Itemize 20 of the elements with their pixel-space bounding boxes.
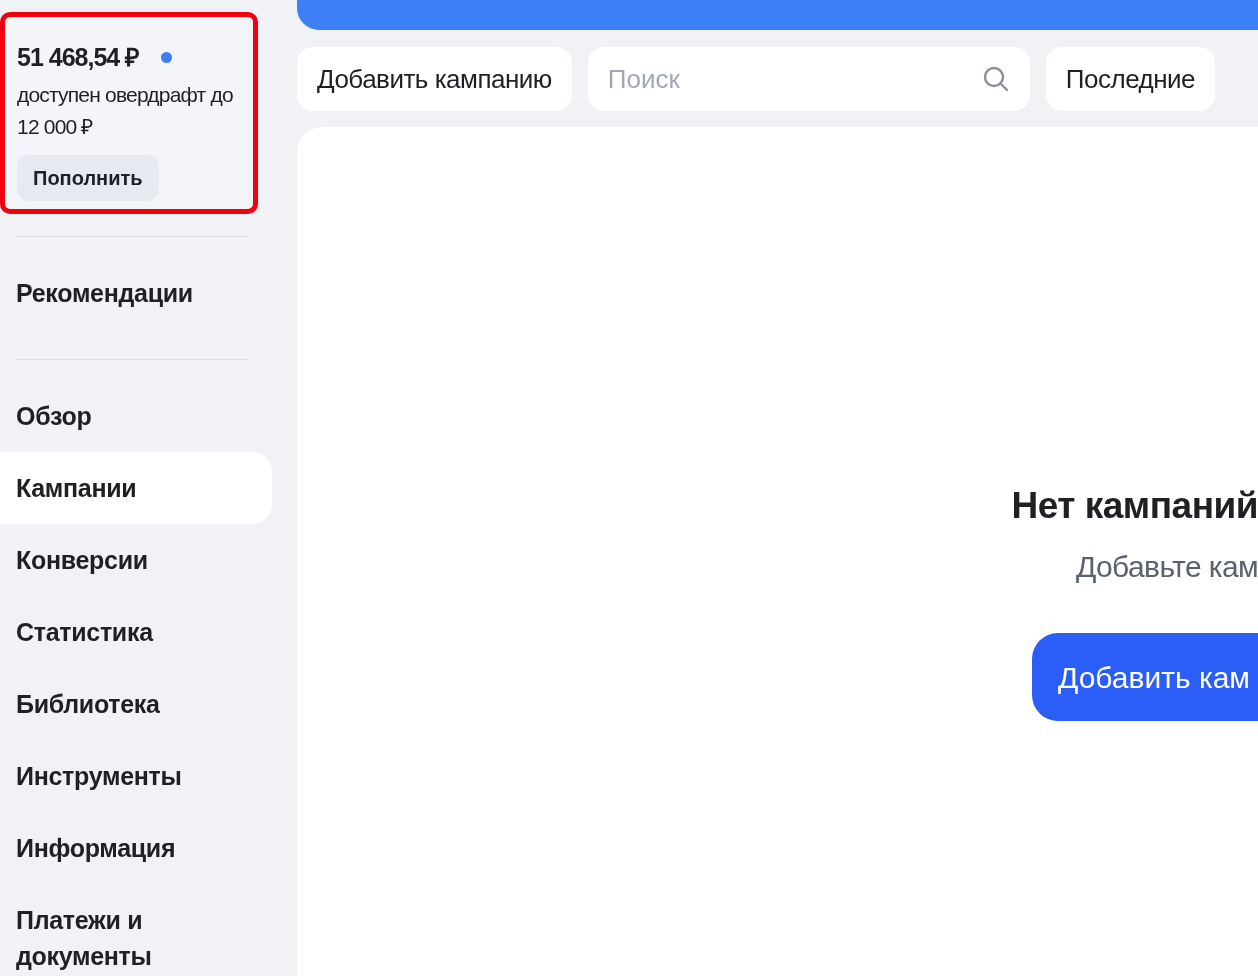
- sidebar-item[interactable]: Платежи и документы: [0, 883, 272, 976]
- status-dot-icon: [161, 52, 173, 64]
- sidebar-item[interactable]: Инструменты: [0, 739, 272, 812]
- search-field[interactable]: Поиск: [587, 47, 1030, 111]
- sidebar-item[interactable]: Рекомендации: [0, 256, 272, 329]
- sidebar-item[interactable]: Обзор: [0, 379, 272, 452]
- add-campaign-button[interactable]: Добавить кампанию: [297, 47, 572, 111]
- sidebar-item[interactable]: Кампании: [0, 451, 272, 524]
- overdraft-text: доступен овердрафт до 12 000 ₽: [17, 81, 234, 140]
- search-icon: [981, 65, 1010, 93]
- empty-text: Добавьте кам: [1075, 549, 1258, 585]
- balance-amount: 51 468,54 ₽: [17, 42, 140, 73]
- sidebar-item[interactable]: Конверсии: [0, 523, 272, 596]
- recent-button[interactable]: Последние: [1045, 47, 1216, 111]
- sidebar-item[interactable]: Библиотека: [0, 667, 272, 740]
- sidebar-item[interactable]: Информация: [0, 811, 272, 884]
- add-campaign-button[interactable]: Добавить кам: [1032, 633, 1258, 721]
- sidebar-item[interactable]: Статистика: [0, 595, 272, 668]
- top-up-button[interactable]: Пополнить: [17, 154, 159, 201]
- empty-title: Нет кампаний: [1011, 484, 1258, 528]
